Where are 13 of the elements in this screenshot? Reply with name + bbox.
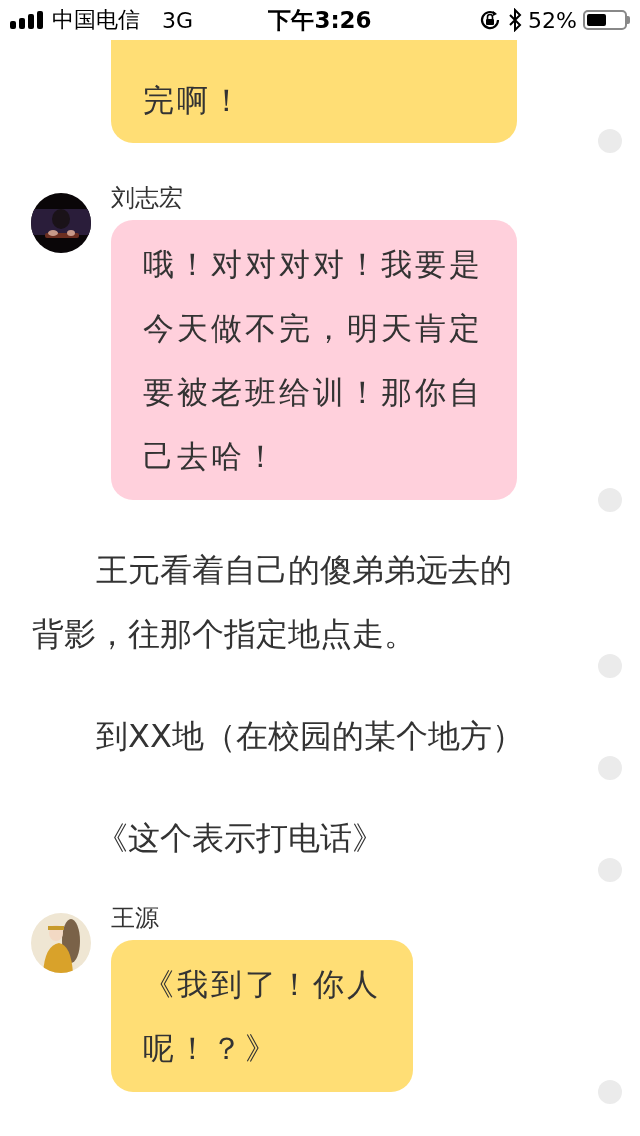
message-bubble: 哦！对对对对！我要是今天做不完，明天肯定要被老班给训！那你自己去哈！ bbox=[111, 220, 517, 500]
battery-percent: 52% bbox=[528, 7, 577, 33]
network-type: 3G bbox=[162, 7, 194, 33]
sender-name: 刘志宏 bbox=[111, 185, 184, 211]
signal-icon bbox=[10, 11, 46, 29]
sender-name: 王源 bbox=[111, 905, 160, 931]
bluetooth-icon bbox=[508, 8, 523, 32]
message-bubble: 《我到了！你人呢！？》 bbox=[111, 940, 413, 1092]
battery-icon bbox=[583, 10, 630, 30]
narration-text: 到XX地（在校园的某个地方） bbox=[95, 716, 525, 757]
status-time: 下午3:26 bbox=[268, 5, 372, 35]
narration-text: 王元看着自己的傻弟弟远去的背影，往那个指定地点走。 bbox=[32, 550, 513, 655]
narration-text: 《这个表示打电话》 bbox=[95, 818, 385, 859]
